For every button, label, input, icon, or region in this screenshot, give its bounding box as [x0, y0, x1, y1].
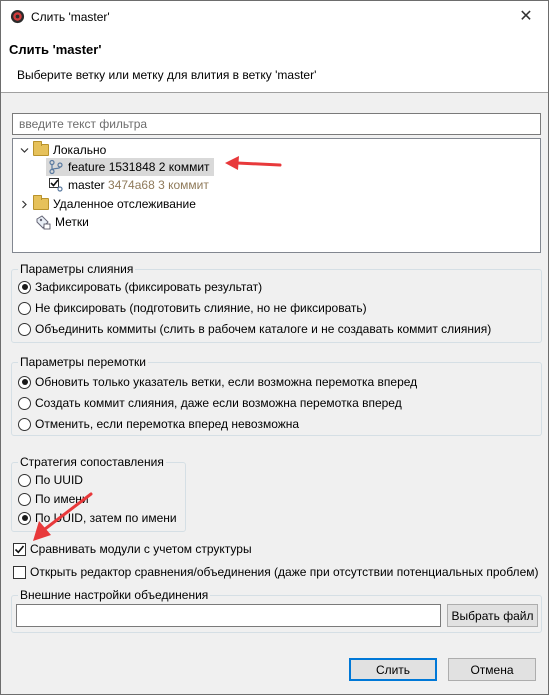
branch-hash: 3474a68	[108, 178, 155, 192]
radio-label: По UUID	[35, 473, 83, 487]
radio-label: Отменить, если перемотка вперед невозмож…	[35, 417, 300, 431]
group-title: Внешние настройки объединения	[18, 588, 211, 602]
dialog-title: Слить 'master'	[9, 42, 102, 57]
chevron-right-icon[interactable]	[19, 199, 29, 209]
checkbox[interactable]	[13, 542, 26, 556]
radio-label: Создать коммит слияния, даже если возмож…	[35, 396, 402, 410]
ff-option-abort[interactable]: Отменить, если перемотка вперед невозмож…	[18, 417, 299, 431]
branch-info: 3 коммит	[158, 178, 209, 192]
title-bar: Слить 'master' ✕	[1, 1, 548, 31]
dialog-header: Слить 'master' Выберите ветку или метку …	[1, 31, 548, 93]
folder-icon	[33, 195, 49, 212]
radio-label: Объединить коммиты (слить в рабочем ката…	[35, 322, 492, 336]
merge-button[interactable]: Слить	[349, 658, 437, 681]
button-label: Выбрать файл	[451, 608, 534, 623]
close-icon: ✕	[519, 8, 533, 25]
ff-option-create-merge-commit[interactable]: Создать коммит слияния, даже если возмож…	[18, 396, 402, 410]
chevron-down-icon[interactable]	[19, 145, 29, 155]
branch-name: master	[68, 178, 105, 192]
radio-button[interactable]	[18, 473, 31, 487]
group-title: Параметры слияния	[18, 262, 136, 276]
folder-open-icon	[33, 141, 49, 158]
checked-branch-icon	[49, 178, 63, 192]
group-title: Параметры перемотки	[18, 355, 148, 369]
tags-icon	[36, 215, 51, 230]
filter-input[interactable]	[12, 113, 541, 135]
radio-label: Обновить только указатель ветки, если во…	[35, 375, 418, 389]
button-label: Слить	[375, 662, 411, 677]
merge-options-group: Параметры слияния Зафиксировать (фиксиро…	[11, 262, 542, 343]
radio-button[interactable]	[18, 280, 31, 294]
compare-structure-checkbox-row[interactable]: Сравнивать модули с учетом структуры	[13, 542, 252, 556]
choose-file-button[interactable]: Выбрать файл	[447, 604, 538, 627]
checkbox-label: Сравнивать модули с учетом структуры	[30, 542, 252, 556]
match-by-uuid[interactable]: По UUID	[18, 473, 83, 487]
branch-icon	[49, 159, 63, 175]
tree-item-feature[interactable]: feature 1531848 2 коммит	[46, 158, 214, 176]
tree-item-master[interactable]: master 3474a68 3 коммит	[46, 176, 209, 194]
radio-label: Не фиксировать (подготовить слияние, но …	[35, 301, 367, 315]
dialog-description: Выберите ветку или метку для влития в ве…	[17, 68, 317, 82]
tree-node-tags[interactable]: Метки	[33, 213, 89, 231]
annotation-arrow	[225, 156, 282, 170]
tree-node-local[interactable]: Локально	[19, 141, 106, 159]
merge-option-commit[interactable]: Зафиксировать (фиксировать результат)	[18, 280, 262, 294]
external-settings-input[interactable]	[16, 604, 441, 627]
fast-forward-options-group: Параметры перемотки Обновить только указ…	[11, 355, 542, 436]
radio-button[interactable]	[18, 322, 31, 336]
checkbox-label: Открыть редактор сравнения/объединения (…	[30, 565, 539, 579]
cancel-button[interactable]: Отмена	[448, 658, 536, 681]
open-editor-checkbox-row[interactable]: Открыть редактор сравнения/объединения (…	[13, 565, 538, 579]
radio-label: Зафиксировать (фиксировать результат)	[35, 280, 263, 294]
branch-name: feature	[68, 160, 106, 174]
radio-button[interactable]	[18, 396, 31, 410]
ff-option-only-pointer[interactable]: Обновить только указатель ветки, если во…	[18, 375, 417, 389]
tree-node-remote[interactable]: Удаленное отслеживание	[19, 195, 196, 213]
radio-button[interactable]	[18, 417, 31, 431]
branch-hash: 1531848	[108, 160, 156, 174]
tree-node-label: Локально	[53, 143, 107, 157]
button-label: Отмена	[470, 662, 514, 677]
window-title: Слить 'master'	[31, 10, 110, 24]
tree-node-label: Метки	[55, 215, 89, 229]
annotation-arrow	[33, 492, 93, 541]
merge-option-no-commit[interactable]: Не фиксировать (подготовить слияние, но …	[18, 301, 367, 315]
radio-button[interactable]	[18, 301, 31, 315]
app-logo-icon	[10, 9, 25, 24]
close-button[interactable]: ✕	[504, 1, 548, 31]
tree-node-label: Удаленное отслеживание	[53, 197, 196, 211]
checkbox[interactable]	[13, 565, 26, 579]
merge-dialog: Слить 'master' ✕ Слить 'master' Выберите…	[0, 0, 549, 695]
group-title: Стратегия сопоставления	[18, 455, 166, 469]
merge-option-squash[interactable]: Объединить коммиты (слить в рабочем ката…	[18, 322, 491, 336]
radio-button[interactable]	[18, 375, 31, 389]
branch-info: 2 коммит	[158, 160, 210, 174]
